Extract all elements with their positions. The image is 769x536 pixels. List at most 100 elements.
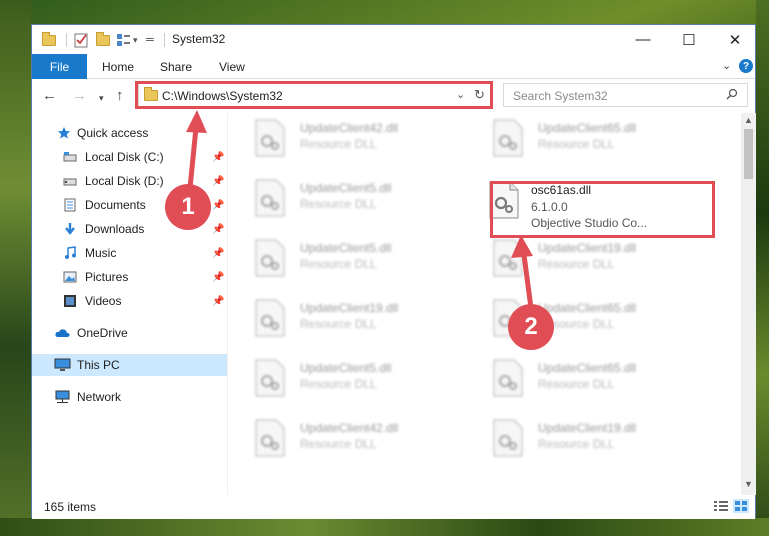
nav-videos[interactable]: Videos 📌 [32, 290, 227, 312]
nav-pictures[interactable]: Pictures 📌 [32, 266, 227, 288]
computer-icon [54, 358, 71, 371]
tab-share[interactable]: Share [160, 60, 192, 74]
search-input[interactable]: Search System32 [513, 89, 608, 103]
nav-music[interactable]: Music 📌 [32, 242, 227, 264]
pin-icon: 📌 [212, 272, 225, 283]
dll-file-icon [493, 359, 523, 397]
search-icon[interactable] [726, 88, 738, 100]
videos-icon [64, 295, 76, 307]
desktop-background-right [756, 0, 769, 536]
desktop-background-left [0, 0, 31, 536]
file-name: UpdateClient42.dll [300, 121, 399, 135]
file-item[interactable]: UpdateClient42.dll Resource DLL [228, 413, 458, 465]
pin-icon: 📌 [212, 176, 225, 187]
file-item[interactable]: UpdateClient5.dll Resource DLL [228, 233, 458, 285]
details-view-icon[interactable] [713, 499, 729, 513]
pin-icon: 📌 [212, 224, 225, 235]
file-description: Resource DLL [538, 377, 615, 391]
up-button[interactable]: ↑ [116, 88, 124, 103]
tab-home[interactable]: Home [102, 60, 134, 74]
nav-onedrive[interactable]: OneDrive [32, 322, 227, 344]
scroll-thumb[interactable] [744, 129, 753, 179]
pin-icon: 📌 [212, 296, 225, 307]
music-icon [65, 246, 76, 259]
chevron-down-icon[interactable]: ▾ [133, 31, 138, 49]
file-item[interactable]: UpdateClient19.dll Resource DLL [466, 413, 696, 465]
file-description: Resource DLL [538, 137, 615, 151]
close-button[interactable]: ✕ [712, 25, 758, 54]
dll-file-icon [493, 419, 523, 457]
nav-pictures-label: Pictures [85, 270, 129, 284]
file-item[interactable]: UpdateClient5.dll Resource DLL [228, 353, 458, 405]
maximize-button[interactable]: ☐ [666, 25, 712, 54]
tiles-view-icon[interactable] [733, 499, 749, 513]
file-description: Resource DLL [300, 197, 377, 211]
drive-icon [63, 152, 77, 162]
navigation-pane: Quick access Local Disk (C:) 📌 Local Dis… [32, 113, 227, 495]
customize-toolbar-icon[interactable]: ═ [146, 31, 154, 49]
step-2-badge: 2 [510, 306, 552, 348]
file-item[interactable]: UpdateClient65.dll Resource DLL [466, 353, 696, 405]
nav-documents-label: Documents [85, 198, 146, 212]
file-description: Resource DLL [300, 257, 377, 271]
scroll-up-icon[interactable]: ▲ [744, 115, 753, 125]
nav-quick-access[interactable]: Quick access [32, 122, 227, 144]
back-button[interactable]: ← [42, 88, 57, 103]
documents-icon [64, 198, 76, 212]
tab-view[interactable]: View [219, 60, 245, 74]
pin-icon: 📌 [212, 152, 225, 163]
folder-icon [42, 31, 56, 49]
properties-icon[interactable] [74, 31, 88, 49]
file-name: UpdateClient65.dll [538, 361, 637, 375]
nav-music-label: Music [85, 246, 117, 260]
star-icon [58, 127, 70, 139]
vertical-scrollbar[interactable]: ▲ ▼ [741, 113, 756, 495]
tab-file[interactable]: File [32, 54, 87, 79]
ribbon-tabs: File Home Share View ⌄ ? [32, 54, 755, 79]
nav-quick-access-label: Quick access [77, 126, 149, 140]
nav-videos-label: Videos [85, 294, 122, 308]
file-name: UpdateClient5.dll [300, 361, 392, 375]
file-item[interactable]: UpdateClient65.dll Resource DLL [466, 293, 696, 345]
file-description: Resource DLL [538, 437, 615, 451]
pictures-icon [63, 271, 77, 283]
file-item[interactable]: UpdateClient65.dll Resource DLL [466, 113, 696, 165]
file-item[interactable]: UpdateClient5.dll Resource DLL [228, 173, 458, 225]
toolbar-divider [66, 33, 67, 47]
recent-locations-icon[interactable]: ▾ [99, 91, 104, 106]
file-name: UpdateClient19.dll [300, 301, 399, 315]
file-name: UpdateClient5.dll [300, 241, 392, 255]
desktop-background-bottom [0, 518, 769, 536]
nav-local-disk-c[interactable]: Local Disk (C:) 📌 [32, 146, 227, 168]
search-box[interactable]: Search System32 [503, 83, 748, 107]
help-icon[interactable]: ? [739, 59, 753, 73]
nav-network[interactable]: Network [32, 386, 227, 408]
file-name: UpdateClient19.dll [538, 421, 637, 435]
download-icon [65, 223, 75, 235]
scroll-down-icon[interactable]: ▼ [744, 479, 753, 489]
nav-this-pc[interactable]: This PC [32, 354, 227, 376]
new-folder-icon[interactable] [96, 31, 110, 49]
file-name: UpdateClient42.dll [300, 421, 399, 435]
nav-local-disk-d-label: Local Disk (D:) [85, 174, 164, 188]
nav-onedrive-label: OneDrive [77, 326, 128, 340]
view-toggle-icon[interactable] [116, 31, 130, 49]
title-divider [164, 33, 165, 47]
file-item[interactable]: UpdateClient19.dll Resource DLL [466, 233, 696, 285]
status-bar: 165 items [32, 495, 755, 519]
minimize-button[interactable]: — [620, 25, 666, 54]
file-item[interactable]: UpdateClient19.dll Resource DLL [228, 293, 458, 345]
expand-ribbon-icon[interactable]: ⌄ [722, 59, 731, 72]
file-list: UpdateClient42.dll Resource DLL UpdateCl… [228, 113, 741, 495]
file-explorer-window: ▾ ═ System32 — ☐ ✕ File Home Share View … [31, 24, 758, 519]
dll-file-icon [255, 299, 285, 337]
cloud-icon [55, 329, 70, 337]
file-highlight-box [490, 181, 715, 238]
file-item[interactable]: UpdateClient42.dll Resource DLL [228, 113, 458, 165]
dll-file-icon [255, 179, 285, 217]
nav-network-label: Network [77, 390, 122, 404]
window-title: System32 [172, 32, 226, 46]
dll-file-icon [255, 119, 285, 157]
forward-button[interactable]: → [72, 88, 87, 103]
address-highlight-box [135, 81, 493, 109]
